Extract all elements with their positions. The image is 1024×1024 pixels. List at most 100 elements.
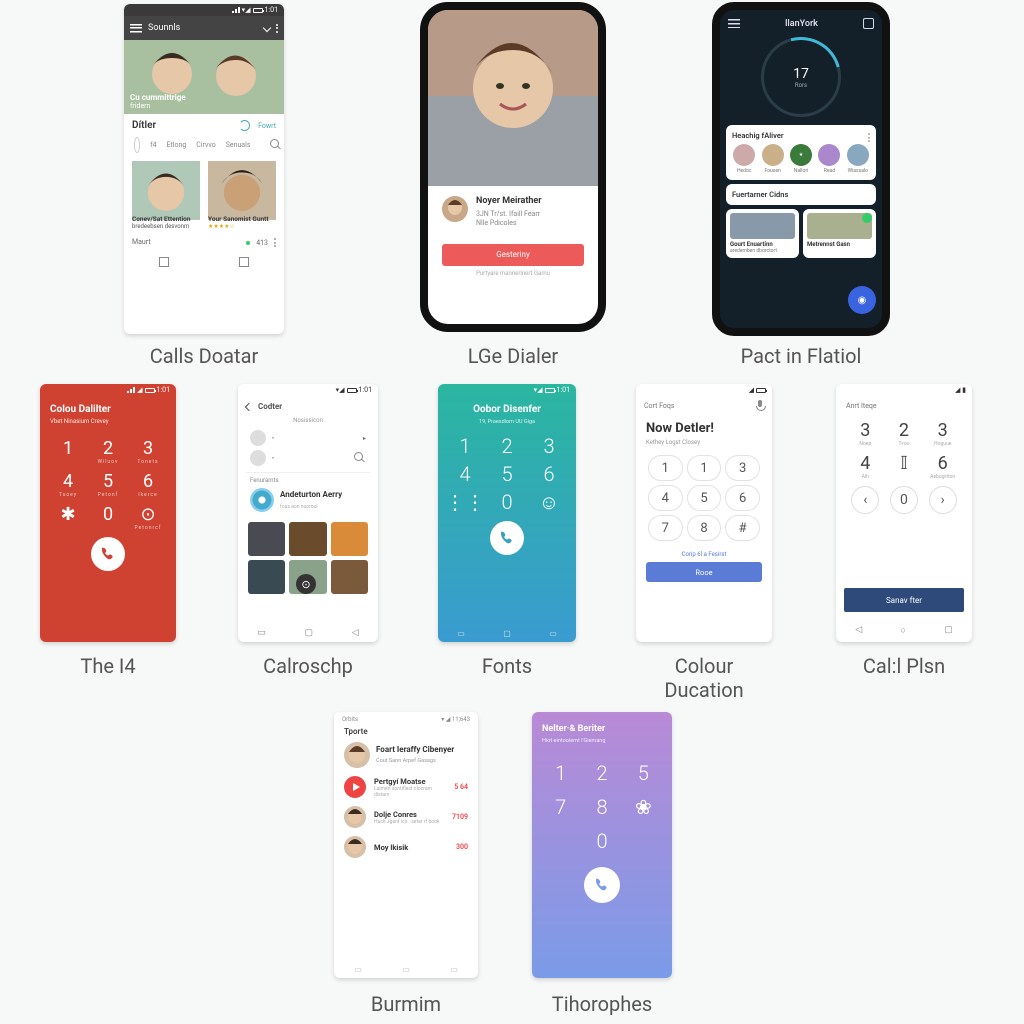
key-3[interactable]: 3Noep xyxy=(846,420,885,447)
fab-button[interactable]: ◉ xyxy=(848,286,876,314)
nav-2[interactable] xyxy=(239,257,249,267)
lead-contact[interactable]: Foart Ieraffy CibenyerCout Sann Arpef Ga… xyxy=(334,738,478,772)
key-2[interactable]: 2 xyxy=(581,761,622,785)
more-icon[interactable] xyxy=(276,24,278,33)
key-0[interactable]: 0 xyxy=(486,490,528,515)
key-0[interactable]: 0 xyxy=(88,504,128,531)
tab-3[interactable]: Cirvvo xyxy=(196,141,215,149)
key-›[interactable]: › xyxy=(929,486,957,514)
key-3[interactable]: 3Tonets xyxy=(128,438,168,465)
key-8[interactable]: 8 xyxy=(581,795,622,819)
key-6[interactable]: 6 xyxy=(725,485,760,511)
tab-2[interactable]: Etlong xyxy=(167,141,187,149)
nav-1[interactable] xyxy=(159,257,169,267)
contact-card-1[interactable]: Conev/Sat Ettention bredeebsen desvonm xyxy=(132,161,200,230)
meta-more-icon[interactable] xyxy=(274,238,276,247)
panel1-more-icon[interactable] xyxy=(868,133,870,142)
key-3[interactable]: 3 xyxy=(528,434,570,458)
primary-button[interactable]: Rooe xyxy=(646,562,762,582)
key-7[interactable]: 7 xyxy=(648,515,683,541)
refresh-icon[interactable] xyxy=(239,120,250,131)
primary-button[interactable]: Gesteriny xyxy=(442,244,584,266)
contact-card-2[interactable]: Your Sanomist Guntt ★★★★☆ xyxy=(208,161,276,230)
menu-icon[interactable] xyxy=(130,24,142,33)
key-2[interactable]: 2 xyxy=(486,434,528,458)
featured-item[interactable]: Andeturton Aerryfous aon nuoroul xyxy=(238,484,378,516)
key-3[interactable]: 3Hoguue xyxy=(923,420,962,447)
key-2[interactable]: 2T-rou xyxy=(885,420,924,447)
play-icon[interactable] xyxy=(344,776,366,798)
strip-item-4[interactable]: Read xyxy=(817,144,841,174)
swatch[interactable] xyxy=(248,522,285,556)
call-item[interactable]: Dolje ConresHuck Jganf ico · setar rf bo… xyxy=(334,802,478,832)
key-‹[interactable]: ‹ xyxy=(851,486,879,514)
key-☺[interactable]: ☺ xyxy=(528,490,570,515)
strip-item-5[interactable]: Wiassalo xyxy=(846,144,870,174)
key-1[interactable]: 1 xyxy=(687,455,722,481)
key-5[interactable]: 5 xyxy=(623,761,664,785)
call-item[interactable]: Moy lkisik300 xyxy=(334,832,478,862)
strip-item-2[interactable]: Fousen xyxy=(760,144,784,174)
key-❀[interactable]: ❀ xyxy=(623,795,664,819)
call-button[interactable] xyxy=(91,537,125,571)
call-item[interactable]: Pertgyí MoatseLaimerl sontiflest nlocram… xyxy=(334,772,478,802)
s6-sub: 19, Praesdiom UU Giga xyxy=(479,419,535,425)
tab-4[interactable]: Senuals xyxy=(226,141,251,149)
key-✱[interactable]: ✱ xyxy=(48,504,88,531)
fab-add[interactable]: ⊙ xyxy=(296,574,316,594)
key-4[interactable]: 4Tuoey xyxy=(48,471,88,498)
key-8[interactable]: 8 xyxy=(687,515,722,541)
back-icon[interactable] xyxy=(263,24,271,32)
swatch[interactable] xyxy=(248,560,285,594)
hero-image: Cu cummittrige fridern xyxy=(124,40,284,114)
swatch[interactable] xyxy=(331,522,368,556)
footer-button[interactable]: Sanav fter xyxy=(844,588,964,612)
swatch[interactable] xyxy=(289,522,326,556)
section-title: Dítler xyxy=(132,120,156,131)
key-4[interactable]: 4 xyxy=(444,462,486,486)
key-⋮⋮[interactable]: ⋮⋮ xyxy=(444,490,486,515)
mic-icon[interactable] xyxy=(756,400,764,411)
key-1[interactable]: 1 xyxy=(48,438,88,465)
contact-name: Noyer Meirather xyxy=(476,196,542,208)
tab-avatar-icon[interactable] xyxy=(134,137,140,153)
key-3[interactable]: 3 xyxy=(725,455,760,481)
strip-item-3[interactable]: ★Nallori xyxy=(789,144,813,174)
back-icon[interactable] xyxy=(245,402,253,410)
section-action[interactable]: Fowrt xyxy=(258,122,276,130)
call-button[interactable] xyxy=(490,521,524,555)
menu-icon[interactable] xyxy=(728,19,740,28)
key-2[interactable]: 2Wiluov xyxy=(88,438,128,465)
key-6[interactable]: 6lkerce xyxy=(128,471,168,498)
key-5[interactable]: 5 xyxy=(687,485,722,511)
key-7[interactable]: 7 xyxy=(540,795,581,819)
key-4[interactable]: 4Alh xyxy=(846,453,885,480)
swatch[interactable] xyxy=(331,560,368,594)
key-1[interactable]: 1 xyxy=(648,455,683,481)
s5-section: Fenuramts xyxy=(238,477,378,484)
key-0[interactable]: 0 xyxy=(581,829,622,853)
key-4[interactable]: 4 xyxy=(648,485,683,511)
key-0[interactable]: 0 xyxy=(890,486,918,514)
card-b[interactable]: Metrennst Gasn xyxy=(803,209,876,258)
key-6[interactable]: 6 xyxy=(528,462,570,486)
s7-tab[interactable]: Cort Foqs xyxy=(644,402,675,410)
key-⊙[interactable]: ⊙Petonrcf xyxy=(128,504,168,531)
call-button[interactable] xyxy=(584,867,620,903)
key-#[interactable]: # xyxy=(725,515,760,541)
key-5[interactable]: 5Petonf xyxy=(88,471,128,498)
key-1[interactable]: 1 xyxy=(444,434,486,458)
settings-icon[interactable] xyxy=(863,18,874,29)
strip-item-1[interactable]: Hedoc xyxy=(732,144,756,174)
card-a[interactable]: Gourt Enuartinnaredemben dborctort xyxy=(726,209,799,258)
profile-row-1[interactable]: •▸ xyxy=(238,428,378,448)
key-𝕀[interactable]: 𝕀 xyxy=(885,453,924,480)
tab-1[interactable]: f4 xyxy=(150,141,156,149)
key-1[interactable]: 1 xyxy=(540,761,581,785)
search-icon[interactable] xyxy=(270,139,274,151)
s8-tab[interactable]: Anrt Iteqe xyxy=(846,402,877,410)
key-5[interactable]: 5 xyxy=(486,462,528,486)
link-text[interactable]: Corip 6l a Fesirst xyxy=(636,551,772,558)
profile-row-2[interactable]: • xyxy=(238,448,378,468)
key-6[interactable]: 6Aebogrtton xyxy=(923,453,962,480)
